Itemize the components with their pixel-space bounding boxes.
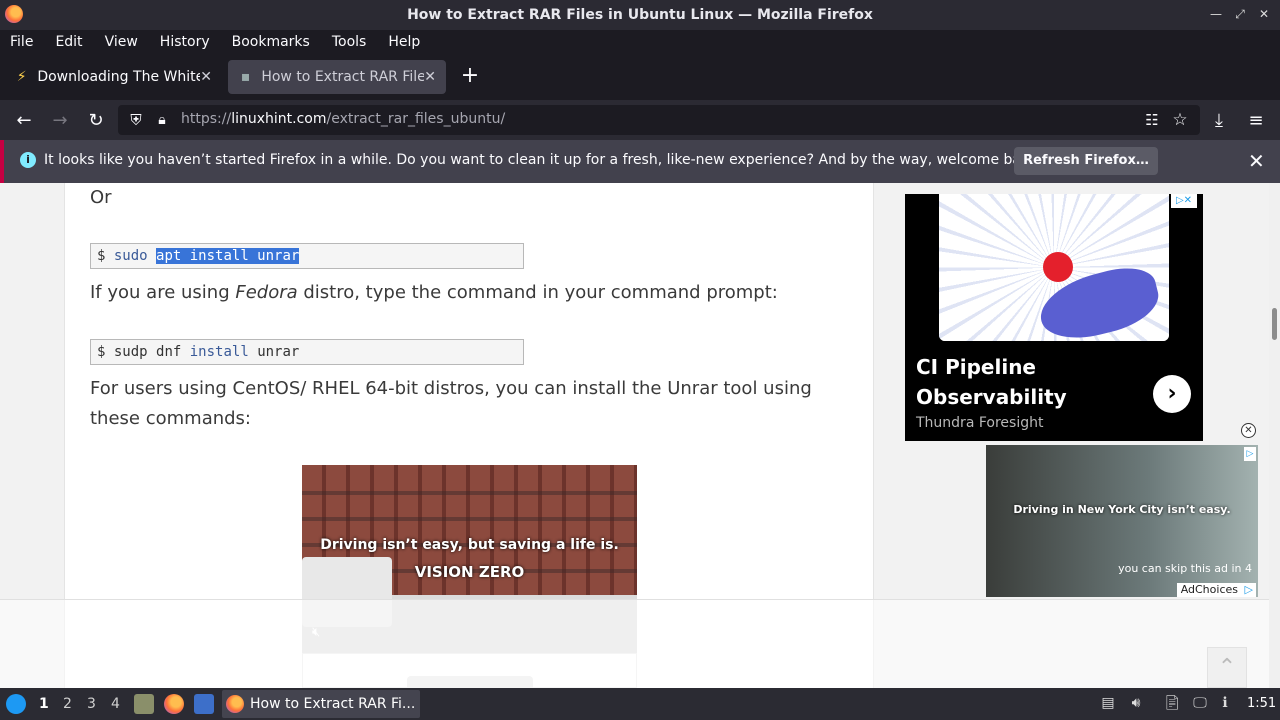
site-icon: ▪ xyxy=(240,69,251,85)
notification-text: It looks like you haven’t started Firefo… xyxy=(44,152,1043,168)
menu-help[interactable]: Help xyxy=(388,34,420,50)
reader-view-icon[interactable]: ☷ xyxy=(1140,108,1164,132)
centos-paragraph: For users using CentOS/ RHEL 64-bit dist… xyxy=(90,378,812,429)
start-menu-icon[interactable] xyxy=(6,694,26,714)
sidebar-ad[interactable]: ▷✕ CI Pipeline Observability Thundra For… xyxy=(905,194,1203,441)
fedora-paragraph: If you are using Fedora distro, type the… xyxy=(90,278,778,308)
menu-edit[interactable]: Edit xyxy=(55,34,82,50)
window-titlebar: How to Extract RAR Files in Ubuntu Linux… xyxy=(0,0,1280,30)
workspace-3[interactable]: 3 xyxy=(87,696,96,712)
menu-hamburger-icon[interactable]: ≡ xyxy=(1244,108,1268,132)
refresh-firefox-button[interactable]: Refresh Firefox… xyxy=(1014,147,1158,175)
menu-file[interactable]: File xyxy=(10,34,33,50)
code-block-apt: $ sudo apt install unrar xyxy=(90,243,524,269)
restore-icon[interactable]: ⤢ xyxy=(1234,6,1246,22)
workspace-1[interactable]: 1 xyxy=(39,696,49,712)
code-cmd: sudp dnf xyxy=(113,344,182,360)
firefox-logo-icon xyxy=(5,5,23,23)
adchoices-icon[interactable]: ▷✕ xyxy=(1171,194,1197,208)
bookmark-star-icon[interactable]: ☆ xyxy=(1168,108,1192,132)
close-tab-icon[interactable]: ✕ xyxy=(424,69,436,85)
url-text[interactable]: https://linuxhint.com/extract_rar_files_… xyxy=(181,111,505,127)
back-icon[interactable]: ← xyxy=(12,108,36,132)
notes-icon[interactable]: 📄︎ xyxy=(1163,694,1181,712)
new-tab-button[interactable]: + xyxy=(460,65,480,87)
info-icon: i xyxy=(20,152,36,168)
firefox-launcher-icon[interactable] xyxy=(164,694,184,714)
close-tab-icon[interactable]: ✕ xyxy=(200,69,212,85)
close-icon[interactable]: ✕ xyxy=(1258,6,1270,22)
scrollbar-thumb[interactable] xyxy=(1272,308,1277,340)
menu-view[interactable]: View xyxy=(105,34,138,50)
skip-ad-text: you can skip this ad in 4 xyxy=(1118,562,1252,575)
fedora-pre: If you are using xyxy=(90,282,236,303)
code-block-dnf: $ sudp dnf install unrar xyxy=(90,339,524,365)
firefox-task-icon xyxy=(226,695,244,713)
code-cmd: sudo xyxy=(113,248,148,264)
page-content: Or $ sudo apt install unrar If you are u… xyxy=(0,183,1280,688)
menu-tools[interactable]: Tools xyxy=(332,34,367,50)
lock-icon[interactable]: 🔒︎ xyxy=(150,108,174,132)
forward-icon[interactable]: → xyxy=(48,108,72,132)
video-ad-caption: Driving isn’t easy, but saving a life is… xyxy=(320,537,619,553)
downloads-icon[interactable]: ⤓ xyxy=(1207,108,1231,132)
reload-icon[interactable]: ↻ xyxy=(84,108,108,132)
scroll-to-top-button[interactable]: ⌃ xyxy=(1207,647,1247,688)
tab-downloading[interactable]: ⚡ Downloading The White H ✕ xyxy=(4,60,222,94)
close-notification-icon[interactable]: ✕ xyxy=(1248,149,1265,173)
update-icon[interactable]: ℹ xyxy=(1216,694,1234,712)
bolt-icon: ⚡ xyxy=(16,69,27,85)
ad-brand: Thundra Foresight xyxy=(916,415,1044,431)
fedora-post: distro, type the command in your command… xyxy=(297,282,778,303)
clipboard-icon[interactable]: ▤ xyxy=(1099,694,1117,712)
taskbar: 1 2 3 4 How to Extract RAR Fi... ▤ 🔊︎ 📄︎… xyxy=(0,688,1280,720)
minimize-icon[interactable]: — xyxy=(1210,6,1222,22)
ad-arrow-button[interactable]: › xyxy=(1153,375,1191,413)
menu-bar: File Edit View History Bookmarks Tools H… xyxy=(0,30,1280,54)
or-text: Or xyxy=(90,187,112,208)
workspace-4[interactable]: 4 xyxy=(111,696,120,712)
sticky-ad-overlay xyxy=(0,599,1280,688)
display-icon[interactable]: 🖵︎ xyxy=(1191,694,1209,712)
task-label: How to Extract RAR Fi... xyxy=(250,696,416,712)
tab-extract-rar[interactable]: ▪ How to Extract RAR Files ✕ xyxy=(228,60,446,94)
code-arg: unrar xyxy=(257,344,300,360)
url-host: linuxhint.com xyxy=(231,111,327,127)
adchoices-label[interactable]: AdChoices xyxy=(1176,583,1256,597)
video-caption: Driving in New York City isn’t easy. xyxy=(1013,503,1231,516)
code-prompt: $ xyxy=(97,344,106,360)
code-keyword: install xyxy=(189,344,249,360)
shield-icon[interactable]: ⛨ xyxy=(124,108,148,132)
bug-icon xyxy=(1043,252,1073,282)
clock: 1:51 xyxy=(1247,696,1277,711)
file-manager-icon[interactable] xyxy=(134,694,154,714)
url-path: /extract_rar_files_ubuntu/ xyxy=(326,111,506,127)
ad-title: CI Pipeline Observability xyxy=(916,355,1067,409)
notification-bar: i It looks like you haven’t started Fire… xyxy=(0,140,1280,183)
workspace-2[interactable]: 2 xyxy=(63,696,72,712)
url-bar[interactable]: ⛨ 🔒︎ https://linuxhint.com/extract_rar_f… xyxy=(118,105,1200,135)
tab-bar: ⚡ Downloading The White H ✕ ▪ How to Ext… xyxy=(0,54,1280,100)
adchoices-icon[interactable]: ▷ xyxy=(1244,447,1256,461)
volume-icon[interactable]: 🔊︎ xyxy=(1127,694,1145,712)
taskbar-firefox-task[interactable]: How to Extract RAR Fi... xyxy=(222,690,420,718)
url-scheme: https:// xyxy=(181,111,232,127)
terminal-icon[interactable] xyxy=(194,694,214,714)
window-title: How to Extract RAR Files in Ubuntu Linux… xyxy=(407,7,873,23)
navigation-toolbar: ← → ↻ ⛨ 🔒︎ https://linuxhint.com/extract… xyxy=(0,100,1280,140)
window-controls: — ⤢ ✕ xyxy=(1210,6,1270,22)
close-ad-icon[interactable]: ✕ xyxy=(1241,423,1256,438)
fedora-em: Fedora xyxy=(235,282,298,303)
menu-history[interactable]: History xyxy=(160,34,210,50)
selected-code: apt install unrar xyxy=(156,248,300,264)
sidebar-video-ad[interactable]: ▷ Driving in New York City isn’t easy. y… xyxy=(986,445,1258,597)
menu-bookmarks[interactable]: Bookmarks xyxy=(232,34,310,50)
tab-title: How to Extract RAR Files xyxy=(261,69,425,85)
video-ad-logo: VISION ZERO xyxy=(414,563,525,581)
tab-title: Downloading The White H xyxy=(37,69,201,85)
code-prompt: $ xyxy=(97,248,106,264)
page-scrollbar[interactable] xyxy=(1269,183,1280,688)
ad-illustration xyxy=(939,194,1169,341)
